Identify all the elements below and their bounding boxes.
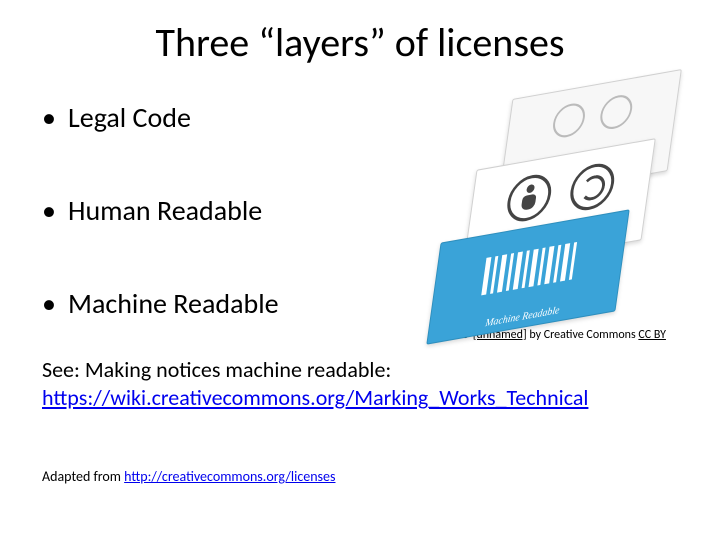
bullet-machine-readable: Machine Readable [42, 286, 422, 321]
adapted-prefix: Adapted from [42, 468, 124, 485]
adapted-from: Adapted from http://creativecommons.org/… [42, 468, 335, 485]
see-label: See: Making notices machine readable: [42, 356, 391, 383]
slide: Three “layers” of licenses Legal Code Hu… [0, 0, 720, 540]
slide-title: Three “layers” of licenses [0, 18, 720, 67]
cc-icon [551, 101, 587, 140]
bullet-human-readable: Human Readable [42, 193, 422, 228]
person-icon [505, 171, 555, 224]
bullet-list: Legal Code Human Readable Machine Readab… [42, 100, 422, 379]
see-link[interactable]: https://wiki.creativecommons.org/Marking… [42, 384, 588, 411]
panel-machine-readable: Machine Readable [426, 209, 629, 344]
barcode-icon [481, 242, 577, 295]
attribution-license-link[interactable]: CC BY [638, 328, 666, 342]
share-alike-icon [567, 160, 617, 213]
adapted-link[interactable]: http://creativecommons.org/licenses [124, 468, 335, 485]
layers-illustration: Legal Code Human Readable Machine Readab… [418, 92, 676, 324]
attribution-mid: by Creative Commons [527, 328, 639, 342]
panel-label-machine: Machine Readable [485, 305, 561, 330]
bullet-legal-code: Legal Code [42, 100, 422, 135]
by-icon [598, 93, 634, 132]
